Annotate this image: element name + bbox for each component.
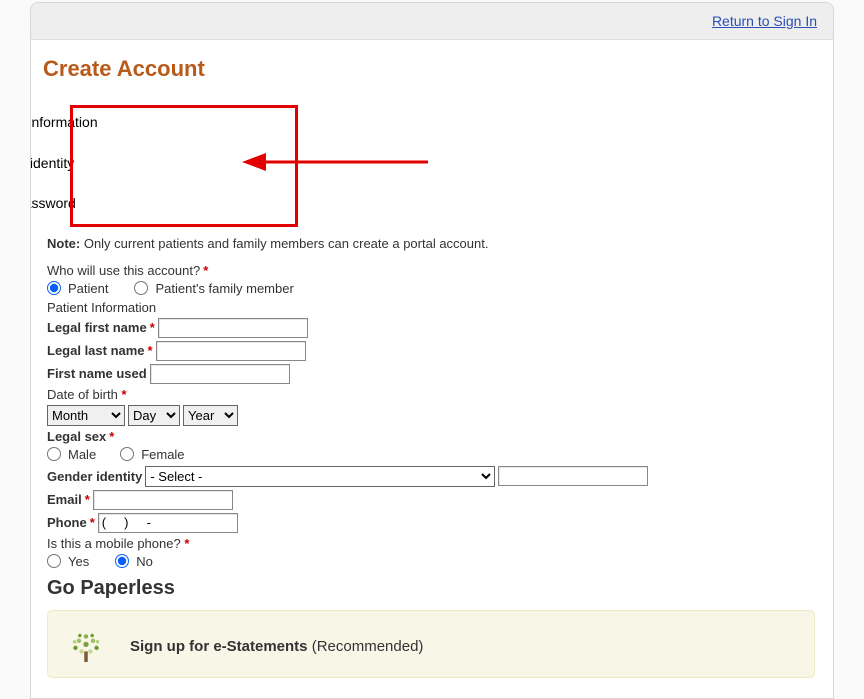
legal-last-label: Legal last name (47, 343, 145, 358)
who-question-label: Who will use this account? (47, 263, 200, 278)
progress-steps: 1 Enter information 2 Verify identity 3 … (30, 92, 765, 214)
phone-label: Phone (47, 515, 87, 530)
mobile-question-label: Is this a mobile phone? (47, 536, 184, 551)
step-1-label: Enter information (30, 112, 765, 132)
mobile-radio-group: Yes No (47, 554, 815, 569)
dob-year-select[interactable]: Year (183, 405, 238, 426)
step-2-num: 2 (30, 133, 765, 153)
legal-first-input[interactable] (158, 318, 308, 338)
mobile-yes-radio[interactable] (47, 554, 61, 568)
email-input[interactable] (93, 490, 233, 510)
required-icon: * (121, 387, 126, 402)
account-creation-panel: Return to Sign In Create Account 1 Enter… (30, 2, 834, 699)
step-1-num: 1 (30, 92, 765, 112)
patient-radio-label: Patient (68, 281, 108, 296)
required-icon: * (148, 343, 153, 358)
legal-sex-radio-group: Male Female (47, 447, 815, 462)
female-radio-label: Female (141, 447, 184, 462)
step-2-label: Verify identity (30, 153, 765, 173)
first-used-input[interactable] (150, 364, 290, 384)
note-text: Only current patients and family members… (80, 236, 488, 251)
female-radio[interactable] (120, 447, 134, 461)
male-radio[interactable] (47, 447, 61, 461)
required-icon: * (203, 263, 208, 278)
legal-sex-label: Legal sex (47, 429, 106, 444)
mobile-no-radio[interactable] (115, 554, 129, 568)
required-icon: * (184, 536, 189, 551)
gender-identity-label: Gender identity (47, 469, 142, 484)
who-radio-group: Patient Patient's family member (47, 281, 815, 296)
required-icon: * (109, 429, 114, 444)
note-label: Note: (47, 236, 80, 251)
go-paperless-header: Go Paperless (47, 577, 815, 600)
required-icon: * (150, 320, 155, 335)
top-bar: Return to Sign In (31, 3, 833, 40)
male-radio-label: Male (68, 447, 96, 462)
note-line: Note: Only current patients and family m… (41, 236, 815, 251)
return-sign-in-link[interactable]: Return to Sign In (712, 13, 817, 29)
family-radio-label: Patient's family member (155, 281, 293, 296)
first-used-label: First name used (47, 366, 147, 381)
legal-first-label: Legal first name (47, 320, 147, 335)
family-radio[interactable] (134, 281, 148, 295)
required-icon: * (85, 492, 90, 507)
estatements-bold: Sign up for e-Statements (130, 638, 308, 655)
patient-info-header: Patient Information (47, 300, 815, 315)
step-3-label: Set password (30, 193, 765, 213)
gender-identity-select[interactable]: - Select - (145, 466, 495, 487)
step-3-num: 3 (30, 173, 765, 193)
estatements-text: Sign up for e-Statements (Recommended) (130, 638, 423, 655)
dob-month-select[interactable]: Month (47, 405, 125, 426)
legal-last-input[interactable] (156, 341, 306, 361)
tree-icon (64, 625, 108, 669)
dob-day-select[interactable]: Day (128, 405, 180, 426)
estatements-panel: Sign up for e-Statements (Recommended) (47, 610, 815, 678)
email-label: Email (47, 492, 82, 507)
patient-radio[interactable] (47, 281, 61, 295)
required-icon: * (90, 515, 95, 530)
mobile-no-label: No (136, 554, 153, 569)
gender-identity-text[interactable] (498, 466, 648, 486)
who-question-line: Who will use this account? * (47, 263, 815, 278)
phone-input[interactable] (98, 513, 238, 533)
page-title: Create Account (41, 56, 815, 82)
estatements-rest: (Recommended) (308, 638, 424, 655)
dob-label: Date of birth (47, 387, 121, 402)
mobile-yes-label: Yes (68, 554, 89, 569)
